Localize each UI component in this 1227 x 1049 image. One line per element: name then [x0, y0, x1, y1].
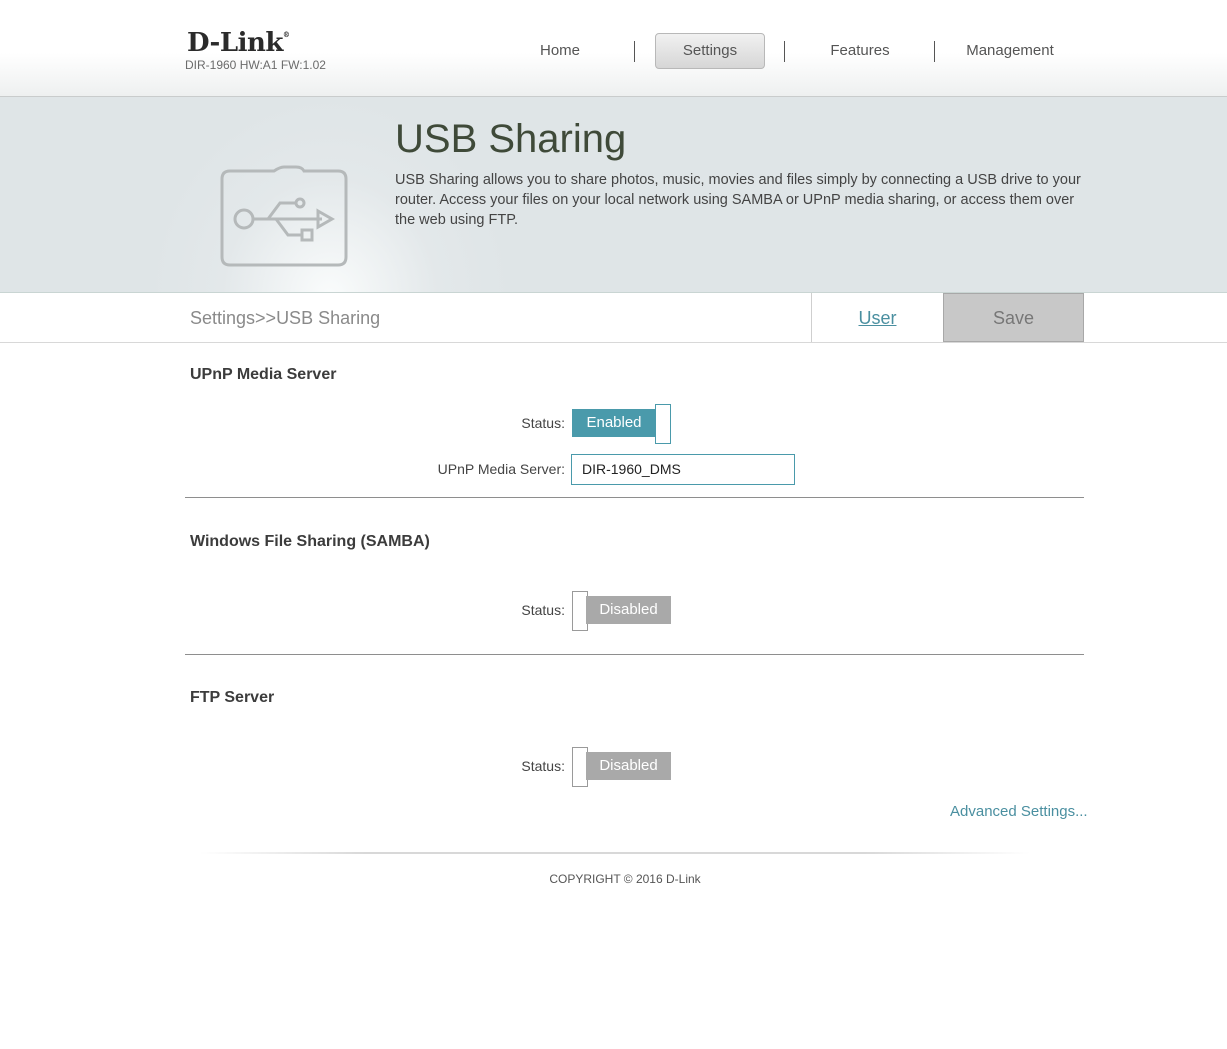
top-header: D-Link® DIR-1960 HW:A1 FW:1.02 Home Sett…	[0, 0, 1227, 97]
advanced-settings-link[interactable]: Advanced Settings...	[950, 803, 1088, 820]
dlink-logo[interactable]: D-Link®	[187, 28, 290, 58]
toggle-knob	[655, 404, 671, 444]
page-description: USB Sharing allows you to share photos, …	[395, 172, 1081, 228]
nav-tab-home[interactable]: Home	[485, 33, 635, 69]
samba-status-toggle[interactable]: Disabled	[571, 591, 671, 631]
ftp-section-title: FTP Server	[190, 689, 275, 706]
nav-separator	[634, 41, 635, 62]
section-divider	[185, 654, 1084, 655]
upnp-server-name-label: UPnP Media Server:	[437, 461, 565, 477]
page-title: USB Sharing	[395, 117, 627, 161]
upnp-section-title: UPnP Media Server	[190, 366, 337, 383]
action-bar: Settings>>USB Sharing User Save	[0, 293, 1227, 343]
page-banner: USB Sharing USB Sharing allows you to sh…	[0, 97, 1227, 293]
footer-divider	[200, 852, 1030, 854]
upnp-status-label: Status:	[521, 415, 565, 431]
copyright-text: COPYRIGHT © 2016 D-Link	[549, 872, 701, 886]
ftp-status-label: Status:	[521, 758, 565, 774]
breadcrumb: Settings>>USB Sharing	[190, 308, 381, 328]
device-model-info: DIR-1960 HW:A1 FW:1.02	[185, 58, 326, 72]
upnp-status-toggle[interactable]: Enabled	[571, 404, 671, 444]
toggle-state-label: Enabled	[572, 409, 656, 437]
save-button[interactable]: Save	[943, 293, 1084, 342]
section-divider	[185, 497, 1084, 498]
usb-drive-icon	[220, 165, 348, 267]
samba-section-title: Windows File Sharing (SAMBA)	[190, 533, 430, 550]
nav-tab-management[interactable]: Management	[935, 33, 1085, 69]
toggle-state-label: Disabled	[586, 596, 671, 624]
nav-tab-settings[interactable]: Settings	[655, 33, 765, 69]
samba-status-label: Status:	[521, 602, 565, 618]
user-button[interactable]: User	[811, 293, 943, 342]
upnp-server-name-input[interactable]: DIR-1960_DMS	[571, 454, 795, 485]
toggle-state-label: Disabled	[586, 752, 671, 780]
nav-tab-features[interactable]: Features	[785, 33, 935, 69]
ftp-status-toggle[interactable]: Disabled	[571, 747, 671, 787]
